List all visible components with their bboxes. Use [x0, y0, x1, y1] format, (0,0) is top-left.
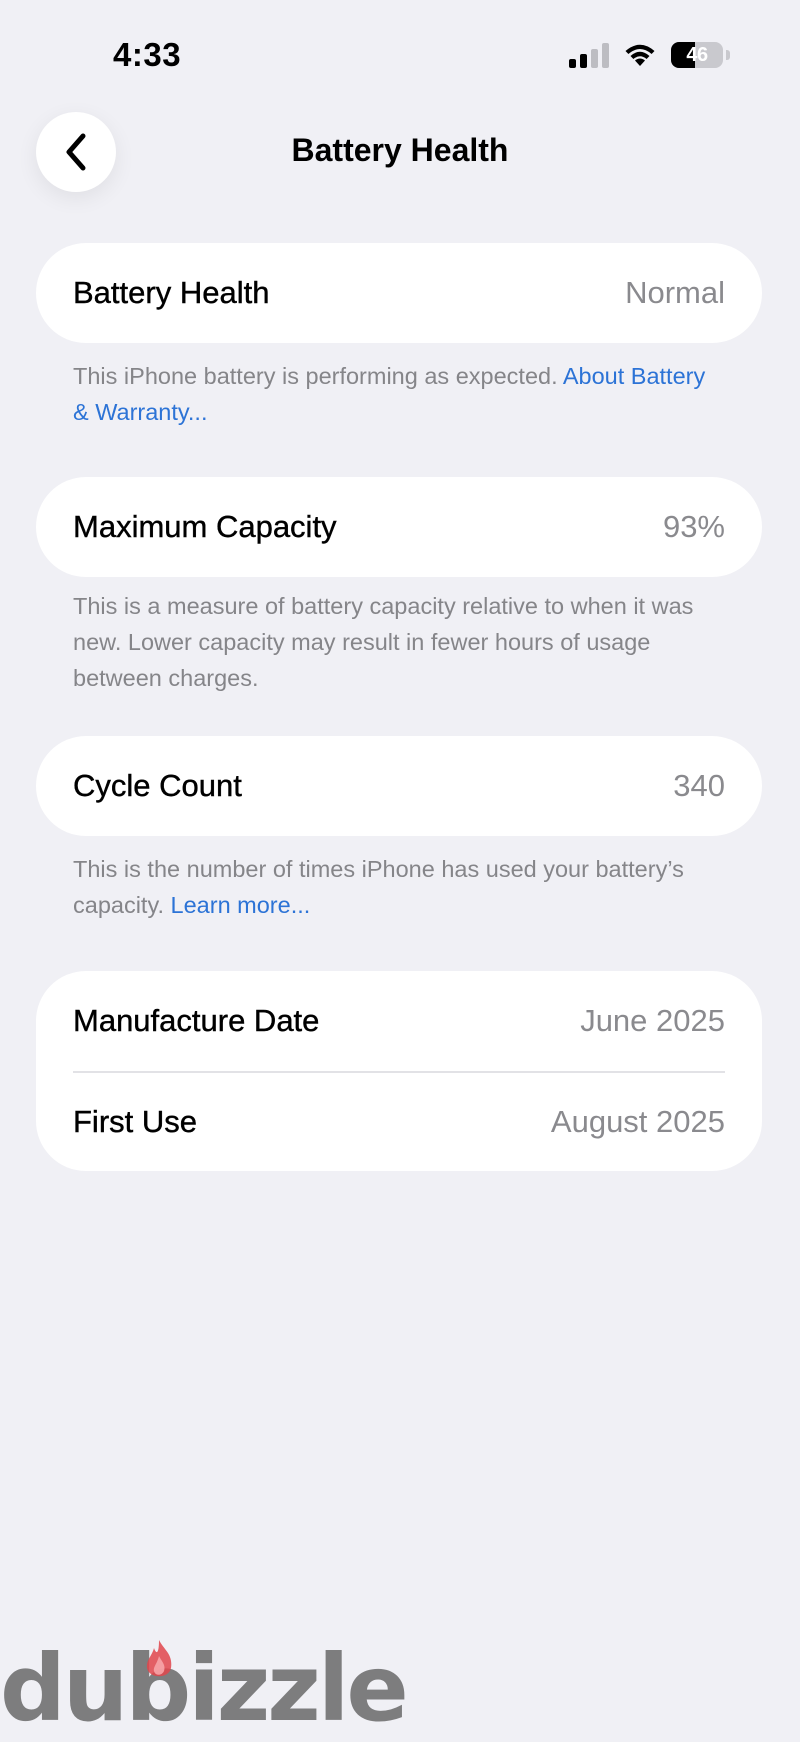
wifi-icon: [625, 44, 655, 66]
dates-card: Manufacture Date June 2025 First Use Aug…: [36, 971, 762, 1171]
maximum-capacity-card: Maximum Capacity 93%: [36, 477, 762, 577]
page-title: Battery Health: [291, 132, 509, 168]
battery-health-label: Battery Health: [73, 275, 270, 310]
maximum-capacity-label: Maximum Capacity: [73, 509, 337, 544]
first-use-row: First Use August 2025: [36, 1073, 762, 1171]
cycle-count-footnote-text: This is the number of times iPhone has u…: [73, 856, 684, 918]
manufacture-date-label: Manufacture Date: [73, 1003, 320, 1038]
dubizzle-watermark: dubizzle: [0, 1635, 409, 1742]
cycle-count-row: Cycle Count 340: [36, 736, 762, 836]
maximum-capacity-row: Maximum Capacity 93%: [36, 477, 762, 577]
cycle-count-label: Cycle Count: [73, 768, 242, 803]
manufacture-date-value: June 2025: [580, 1003, 725, 1038]
cycle-count-footnote: This is the number of times iPhone has u…: [73, 851, 723, 923]
cycle-count-value: 340: [673, 768, 725, 803]
flame-icon: [146, 1640, 172, 1677]
cellular-signal-icon: [569, 42, 609, 68]
battery-icon: 46: [671, 42, 723, 68]
battery-health-row: Battery Health Normal: [36, 243, 762, 343]
cycle-count-card: Cycle Count 340: [36, 736, 762, 836]
first-use-value: August 2025: [550, 1104, 725, 1139]
maximum-capacity-footnote: This is a measure of battery capacity re…: [73, 593, 694, 691]
battery-level: 46: [686, 43, 708, 66]
learn-more-link[interactable]: Learn more...: [171, 892, 311, 918]
battery-health-value: Normal: [625, 275, 725, 310]
status-bar: 4:33 46: [0, 0, 800, 100]
first-use-label: First Use: [73, 1104, 197, 1139]
battery-health-footnote-text: This iPhone battery is performing as exp…: [73, 363, 558, 389]
battery-health-card: Battery Health Normal: [36, 243, 762, 343]
status-time: 4:33: [113, 36, 182, 73]
manufacture-date-row: Manufacture Date June 2025: [36, 971, 762, 1071]
battery-health-footnote: This iPhone battery is performing as exp…: [73, 358, 723, 430]
maximum-capacity-value: 93%: [662, 509, 725, 544]
status-icons: 46: [569, 42, 730, 68]
